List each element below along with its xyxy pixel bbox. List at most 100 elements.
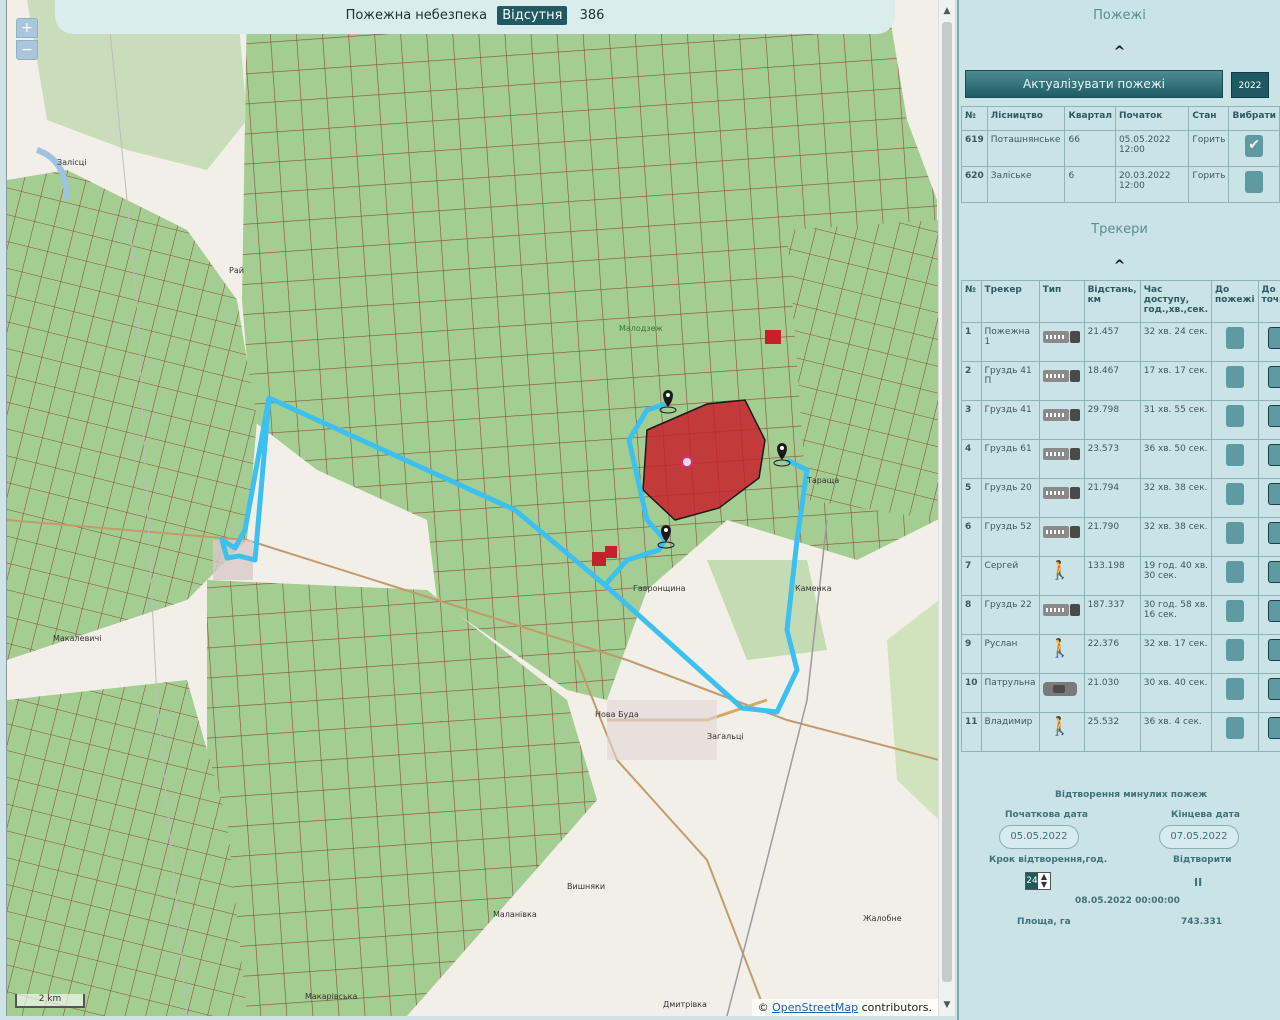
fires-col-state: Стан bbox=[1188, 106, 1230, 131]
route-to-point-checkbox[interactable] bbox=[1268, 405, 1280, 427]
tracker-row[interactable]: 1 Пожежна 1 21.457 32 хв. 24 сек. bbox=[961, 322, 1280, 362]
start-date-input[interactable]: 05.05.2022 bbox=[999, 825, 1079, 849]
route-to-fire-checkbox[interactable] bbox=[1225, 327, 1244, 349]
fire-row[interactable]: 619 Поташнянське 66 05.05.2022 12:00 Гор… bbox=[961, 130, 1280, 167]
tracker-row[interactable]: 11 Владимир 🚶 25.532 36 хв. 4 сек. bbox=[961, 712, 1280, 752]
scroll-thumb[interactable] bbox=[942, 22, 952, 982]
fire-select-cell bbox=[1228, 130, 1280, 167]
tracker-name: Патрульна bbox=[980, 673, 1040, 713]
route-to-fire-checkbox[interactable] bbox=[1225, 561, 1244, 583]
fire-forestry: Поташнянське bbox=[986, 130, 1066, 167]
map-place-label: Загальці bbox=[707, 732, 744, 741]
fire-row[interactable]: 620 Заліське 6 20.03.2022 12:00 Горить bbox=[961, 166, 1280, 203]
route-to-fire-checkbox[interactable] bbox=[1225, 522, 1244, 544]
route-to-fire-checkbox[interactable] bbox=[1225, 678, 1244, 700]
step-input[interactable]: 24 ▲ ▼ bbox=[1025, 872, 1051, 890]
route-to-fire-checkbox[interactable] bbox=[1225, 717, 1244, 739]
pedestrian-icon: 🚶 bbox=[1048, 560, 1071, 581]
route-to-point-checkbox[interactable] bbox=[1268, 678, 1280, 700]
pedestrian-icon: 🚶 bbox=[1048, 716, 1071, 737]
route-to-point-checkbox[interactable] bbox=[1268, 444, 1280, 466]
route-to-fire-checkbox[interactable] bbox=[1225, 483, 1244, 505]
route-to-point-checkbox[interactable] bbox=[1268, 600, 1280, 622]
tracker-row[interactable]: 7 Сергей 🚶 133.198 19 год. 40 хв. 30 сек. bbox=[961, 556, 1280, 596]
year-select-button[interactable]: 2022 bbox=[1231, 72, 1269, 98]
fires-col-num: № bbox=[961, 106, 988, 131]
route-to-fire-checkbox[interactable] bbox=[1225, 639, 1244, 661]
route-to-point-checkbox[interactable] bbox=[1268, 522, 1280, 544]
scroll-down-arrow-icon[interactable]: ▼ bbox=[939, 996, 955, 1014]
map-place-label: Нова Буда bbox=[595, 710, 639, 719]
tracker-time: 31 хв. 55 сек. bbox=[1139, 400, 1213, 440]
trackers-table: № Трекер Тип Відстань, км Час доступу, г… bbox=[961, 280, 1280, 752]
fires-collapse-chevron-icon[interactable]: ^ bbox=[959, 44, 1280, 60]
route-to-point-checkbox[interactable] bbox=[1268, 483, 1280, 505]
tracker-time: 17 хв. 17 сек. bbox=[1139, 361, 1213, 401]
fire-state: Горить bbox=[1188, 166, 1230, 203]
page-scrollbar[interactable]: ▲ ▼ bbox=[938, 0, 955, 1016]
fire-forestry: Заліське bbox=[986, 166, 1066, 203]
fire-start: 20.03.2022 12:00 bbox=[1114, 166, 1190, 203]
step-label: Крок відтворення,год. bbox=[989, 855, 1108, 865]
to-fire-cell bbox=[1211, 556, 1259, 596]
tracker-row[interactable]: 8 Груздь 22 187.337 30 год. 58 хв. 16 сек. bbox=[961, 595, 1280, 635]
route-to-point-checkbox[interactable] bbox=[1268, 717, 1280, 739]
to-point-cell bbox=[1257, 517, 1280, 557]
to-fire-cell bbox=[1211, 322, 1259, 362]
patrol-car-icon bbox=[1042, 682, 1077, 696]
route-to-point-checkbox[interactable] bbox=[1268, 366, 1280, 388]
map-canvas[interactable] bbox=[7, 0, 938, 1016]
route-to-fire-checkbox[interactable] bbox=[1225, 366, 1244, 388]
tracker-type: 🚶 bbox=[1038, 556, 1085, 596]
to-point-cell bbox=[1257, 556, 1280, 596]
fire-select-checkbox[interactable] bbox=[1245, 171, 1264, 193]
tracker-distance: 21.030 bbox=[1083, 673, 1141, 713]
trackers-collapse-chevron-icon[interactable]: ^ bbox=[959, 258, 1280, 274]
to-point-cell bbox=[1257, 673, 1280, 713]
tracker-row[interactable]: 10 Патрульна 21.030 30 хв. 40 сек. bbox=[961, 673, 1280, 713]
scroll-up-arrow-icon[interactable]: ▲ bbox=[939, 2, 955, 20]
osm-link[interactable]: OpenStreetMap bbox=[772, 1001, 858, 1014]
fire-quarter: 6 bbox=[1064, 166, 1116, 203]
playback-title: Відтворення минулих пожеж bbox=[1055, 790, 1208, 800]
fire-center-icon[interactable] bbox=[681, 456, 693, 468]
route-to-point-checkbox[interactable] bbox=[1268, 561, 1280, 583]
tracker-row[interactable]: 6 Груздь 52 21.790 32 хв. 38 сек. bbox=[961, 517, 1280, 557]
end-date-input[interactable]: 07.05.2022 bbox=[1159, 825, 1239, 849]
to-fire-cell bbox=[1211, 712, 1259, 752]
attribution-prefix: © bbox=[757, 1001, 769, 1014]
route-to-fire-checkbox[interactable] bbox=[1225, 444, 1244, 466]
fire-select-checkbox[interactable] bbox=[1245, 135, 1264, 157]
zoom-in-button[interactable]: + bbox=[16, 18, 38, 38]
tracker-row[interactable]: 4 Груздь 61 23.573 36 хв. 50 сек. bbox=[961, 439, 1280, 479]
route-to-fire-checkbox[interactable] bbox=[1225, 600, 1244, 622]
tracker-row[interactable]: 2 Груздь 41 П 18.467 17 хв. 17 сек. bbox=[961, 361, 1280, 401]
tracker-row[interactable]: 5 Груздь 20 21.794 32 хв. 38 сек. bbox=[961, 478, 1280, 518]
update-fires-button[interactable]: Актуалізувати пожежі bbox=[965, 70, 1223, 98]
fire-truck-icon bbox=[1042, 448, 1081, 462]
route-to-point-checkbox[interactable] bbox=[1268, 639, 1280, 661]
tracker-type bbox=[1038, 361, 1085, 401]
trackers-col-num: № bbox=[961, 280, 982, 323]
tracker-row[interactable]: 3 Груздь 41 29.798 31 хв. 55 сек. bbox=[961, 400, 1280, 440]
tracker-time: 30 год. 58 хв. 16 сек. bbox=[1139, 595, 1213, 635]
fires-section-title: Пожежі bbox=[1093, 8, 1146, 23]
fires-col-start: Початок bbox=[1114, 106, 1190, 131]
fire-select-cell bbox=[1228, 166, 1280, 203]
tracker-distance: 23.573 bbox=[1083, 439, 1141, 479]
fire-monitoring-app: Залісці Рай Макалевичі Малодзеж Нова Буд… bbox=[0, 0, 1280, 1020]
tracker-num: 11 bbox=[961, 712, 982, 752]
tracker-distance: 21.457 bbox=[1083, 322, 1141, 362]
tracker-row[interactable]: 9 Руслан 🚶 22.376 32 хв. 17 сек. bbox=[961, 634, 1280, 674]
route-to-fire-checkbox[interactable] bbox=[1225, 405, 1244, 427]
tracker-num: 2 bbox=[961, 361, 982, 401]
route-to-point-checkbox[interactable] bbox=[1268, 327, 1280, 349]
tracker-name: Сергей bbox=[980, 556, 1040, 596]
pause-button[interactable]: II bbox=[1194, 876, 1202, 889]
map-place-label: Рай bbox=[229, 266, 244, 275]
step-spinner-icon[interactable]: ▲ ▼ bbox=[1038, 873, 1050, 889]
tracker-time: 32 хв. 17 сек. bbox=[1139, 634, 1213, 674]
fire-num: 619 bbox=[961, 130, 988, 167]
map-view[interactable]: Залісці Рай Макалевичі Малодзеж Нова Буд… bbox=[6, 0, 938, 1016]
zoom-out-button[interactable]: − bbox=[16, 40, 38, 60]
